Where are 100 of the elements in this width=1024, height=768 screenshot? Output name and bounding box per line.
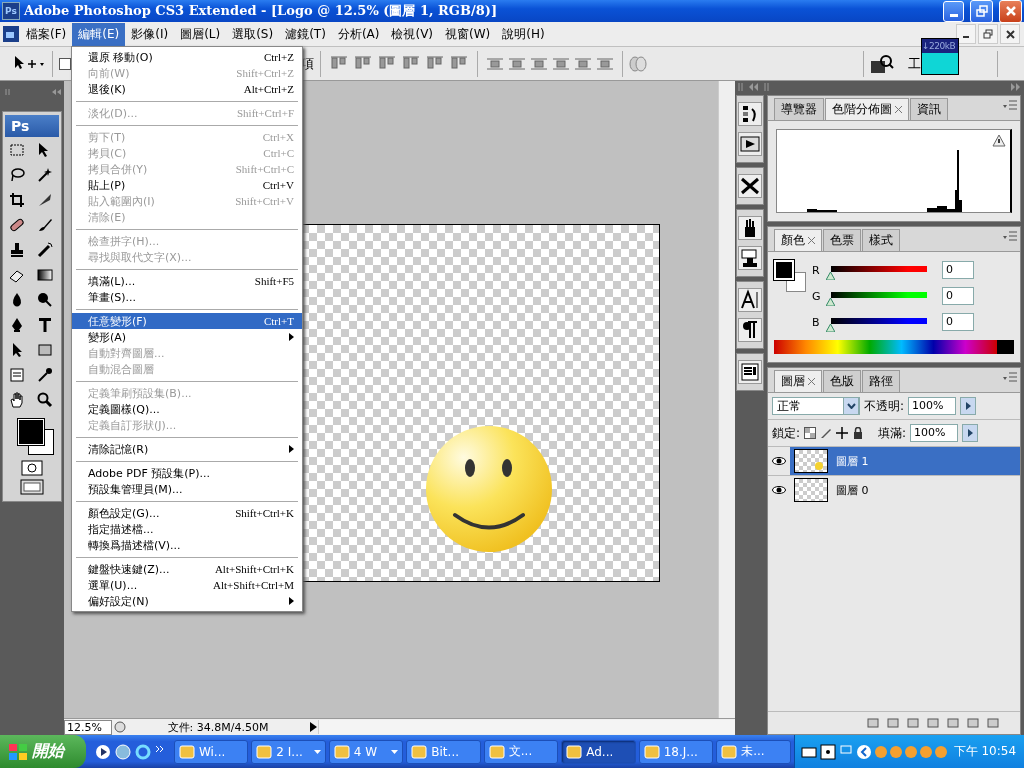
move-icon[interactable] <box>836 427 849 439</box>
color-swatches[interactable] <box>774 260 806 292</box>
close-icon[interactable] <box>808 378 815 385</box>
tool-presets-icon[interactable] <box>738 246 762 270</box>
lock-icon[interactable] <box>852 427 865 439</box>
panel-tab[interactable]: 樣式 <box>862 229 900 251</box>
menu-item[interactable]: 編輯(E) <box>72 22 126 46</box>
close-icon[interactable] <box>895 106 902 113</box>
menu-item[interactable]: 任意變形(F) Ctrl+T <box>72 313 302 329</box>
taskbar-button[interactable]: Ad... <box>561 739 636 764</box>
vertical-scrollbar[interactable] <box>718 81 735 718</box>
triangle-right-icon[interactable] <box>308 721 318 733</box>
taskbar-button[interactable]: Bit... <box>406 739 481 764</box>
menu-item[interactable]: 筆畫(S)... <box>72 289 302 305</box>
menu-item[interactable]: 檢視(V) <box>385 22 440 46</box>
taskbar-button[interactable]: 2 I... <box>251 739 326 764</box>
menu-item[interactable]: 濾鏡(T) <box>279 22 332 46</box>
menu-item[interactable]: 定義圖樣(Q)... <box>72 401 302 417</box>
slider-thumb[interactable] <box>826 272 835 280</box>
panel-tab[interactable]: 路徑 <box>862 370 900 392</box>
opacity-field[interactable]: 100% <box>908 397 957 415</box>
checkbox-icon[interactable] <box>59 57 71 70</box>
panel-tab[interactable]: 圖層 <box>774 370 822 392</box>
menu-item[interactable]: 還原 移動(O) Ctrl+Z <box>72 49 302 65</box>
zoom-field[interactable]: 12.5% <box>64 719 112 735</box>
chevron-double-right-icon[interactable] <box>154 743 165 754</box>
chevron-left-icon[interactable] <box>855 743 872 760</box>
menu-item[interactable]: 影像(I) <box>125 22 175 46</box>
opacity-arrow-button[interactable] <box>960 397 977 415</box>
menu-item[interactable]: Adobe PDF 預設集(P)... <box>72 465 302 481</box>
play-icon[interactable] <box>738 132 762 156</box>
panel-grip-icon[interactable] <box>2 87 62 97</box>
taskbar-button[interactable]: 4 W <box>328 739 404 764</box>
slider-thumb[interactable] <box>826 324 835 332</box>
panel-tab[interactable]: 導覽器 <box>774 98 824 120</box>
close-button[interactable] <box>1000 24 1020 44</box>
menu-item[interactable]: 選單(U)... Alt+Shift+Ctrl+M <box>72 577 302 593</box>
panel-tab[interactable]: 顏色 <box>774 229 822 251</box>
paragraph-icon[interactable] <box>738 318 762 342</box>
close-icon[interactable] <box>808 237 815 244</box>
screen-mode-icon[interactable] <box>20 479 44 495</box>
document-icon[interactable] <box>2 25 20 43</box>
fill-field[interactable]: 100% <box>910 424 959 442</box>
layer-comps-icon[interactable] <box>738 360 762 384</box>
layer-row[interactable]: 圖層 1 <box>790 447 1020 475</box>
brush-icon[interactable] <box>820 427 833 439</box>
warning-icon[interactable] <box>992 134 1006 147</box>
menu-item[interactable]: 清除記憶(R) <box>72 441 302 457</box>
minimize-button[interactable] <box>956 24 976 44</box>
channel-value-field[interactable]: 0 <box>942 287 974 305</box>
quick-mask-icon[interactable] <box>21 460 43 476</box>
menu-item[interactable]: 指定描述檔... <box>72 521 302 537</box>
panel-tab[interactable]: 資訊 <box>910 98 948 120</box>
channel-value-field[interactable]: 0 <box>942 261 974 279</box>
history-icon[interactable] <box>738 102 762 126</box>
menu-item[interactable]: 貼上(P) Ctrl+V <box>72 177 302 193</box>
panel-menu-icon[interactable] <box>1003 100 1017 110</box>
menu-item[interactable]: 選取(S) <box>226 22 280 46</box>
menu-item[interactable]: 圖層(L) <box>174 22 227 46</box>
taskbar-button[interactable]: Wi... <box>173 739 249 764</box>
menu-item[interactable]: 變形(A) <box>72 329 302 345</box>
character-icon[interactable] <box>738 288 762 312</box>
menu-item[interactable]: 填滿(L)... Shift+F5 <box>72 273 302 289</box>
media-player-icon[interactable] <box>94 743 111 760</box>
menu-item[interactable]: 鍵盤快速鍵(Z)... Alt+Shift+Ctrl+K <box>72 561 302 577</box>
blend-mode-dropdown[interactable]: 正常 <box>772 397 860 415</box>
taskbar-button[interactable]: 未... <box>716 739 791 764</box>
color-spectrum[interactable] <box>774 340 1014 354</box>
menu-item[interactable]: 視窗(W) <box>439 22 497 46</box>
eye-icon[interactable] <box>772 486 786 494</box>
workspace-label[interactable]: 工 <box>908 54 921 73</box>
brushes-icon[interactable] <box>738 216 762 240</box>
slider-thumb[interactable] <box>826 298 835 306</box>
fill-arrow-button[interactable] <box>962 424 979 442</box>
menu-item[interactable]: 預設集管理員(M)... <box>72 481 302 497</box>
panel-tab[interactable]: 色階分佈圖 <box>825 98 909 120</box>
menu-item[interactable]: 說明(H) <box>496 22 551 46</box>
panel-tab[interactable]: 色票 <box>823 229 861 251</box>
panel-menu-icon[interactable] <box>1003 231 1017 241</box>
channel-value-field[interactable]: 0 <box>942 313 974 331</box>
bridge-icon[interactable] <box>870 52 894 75</box>
keyboard-icon[interactable] <box>800 744 817 759</box>
menu-item[interactable]: 偏好設定(N) <box>72 593 302 609</box>
menu-item[interactable]: 分析(A) <box>331 22 386 46</box>
taskbar-button[interactable]: 文... <box>483 739 559 764</box>
restore-button[interactable] <box>978 24 998 44</box>
layer-row[interactable]: 圖層 0 <box>790 476 1020 504</box>
tools-icon[interactable] <box>738 174 762 198</box>
panel-tab[interactable]: 色版 <box>823 370 861 392</box>
menu-item[interactable]: 轉換爲描述檔(V)... <box>72 537 302 553</box>
eye-icon[interactable] <box>772 457 786 465</box>
horizontal-scrollbar[interactable] <box>318 720 735 734</box>
menu-item[interactable]: 顏色設定(G)... Shift+Ctrl+K <box>72 505 302 521</box>
help-icon[interactable] <box>819 743 836 760</box>
status-icon[interactable] <box>112 720 128 734</box>
menu-item[interactable]: 退後(K) Alt+Ctrl+Z <box>72 81 302 97</box>
panel-menu-icon[interactable] <box>1003 372 1017 382</box>
menu-item[interactable]: 檔案(F) <box>20 22 73 46</box>
taskbar-button[interactable]: 18.J... <box>638 739 714 764</box>
lock-transparency-icon[interactable] <box>804 427 817 439</box>
